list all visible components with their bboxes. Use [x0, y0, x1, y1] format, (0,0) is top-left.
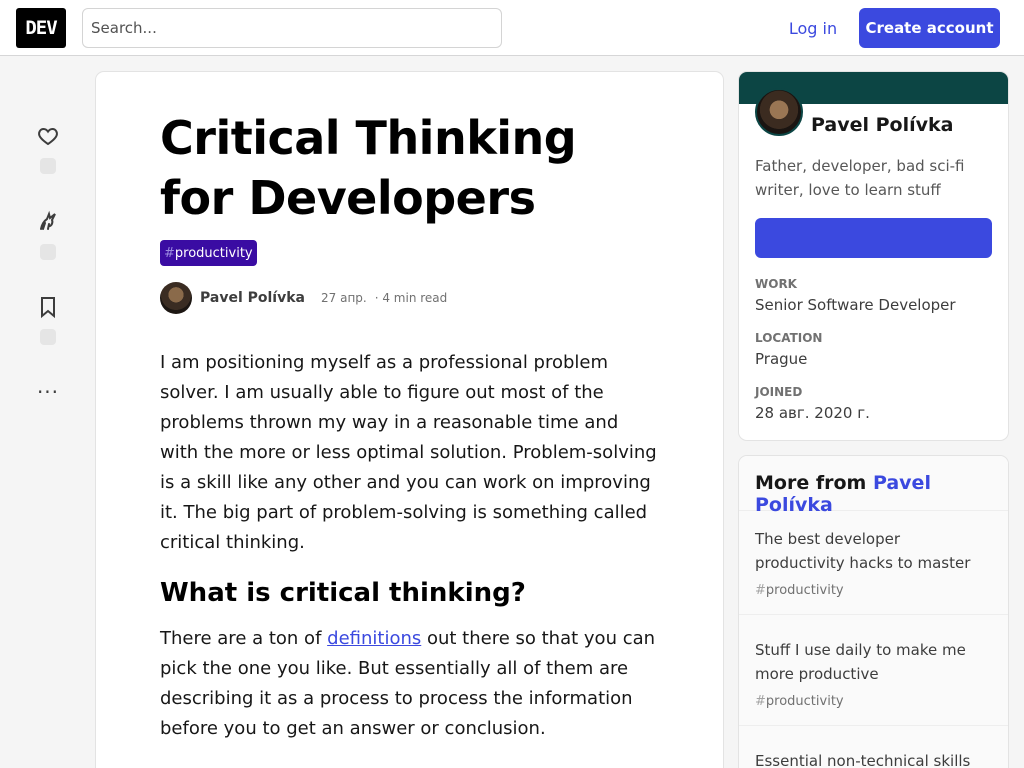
search-input[interactable] [82, 8, 502, 48]
unicorn-button[interactable] [28, 210, 68, 260]
work-label: WORK [755, 277, 797, 291]
bookmark-icon [41, 297, 55, 319]
read-time: · 4 min read [374, 291, 448, 305]
tag-label: productivity [174, 245, 253, 261]
location-value: Prague [755, 350, 808, 368]
heart-count [40, 158, 56, 174]
more-item-tag[interactable]: #productivity [755, 583, 992, 598]
location-label: LOCATION [755, 331, 823, 345]
paragraph-text: There are a ton of [160, 628, 328, 649]
bookmark-count [40, 329, 56, 345]
article-paragraph: I am positioning myself as a professiona… [160, 352, 657, 553]
work-value: Senior Software Developer [755, 296, 956, 314]
more-item-title[interactable]: Essential non-technical skills [755, 749, 992, 768]
profile-bio: Father, developer, bad sci-fi writer, lo… [755, 157, 965, 199]
author-avatar[interactable] [160, 282, 192, 314]
section-heading: What is critical thinking? [160, 578, 526, 608]
heart-button[interactable] [28, 124, 68, 174]
author-profile-card: Pavel Polívka Father, developer, bad sci… [739, 72, 1008, 440]
tag-label: productivity [765, 583, 844, 598]
more-item-title[interactable]: Stuff I use daily to make me more produc… [755, 638, 992, 686]
article-title: Critical Thinking for Developers [160, 111, 577, 225]
list-item[interactable]: The best developer productivity hacks to… [739, 511, 1008, 615]
create-account-button[interactable]: Create account [859, 8, 1000, 48]
tag-productivity[interactable]: # productivity [160, 240, 257, 266]
login-link[interactable]: Log in [776, 8, 850, 48]
publish-date: 27 апр. [321, 291, 367, 305]
tag-hash: # [755, 694, 766, 709]
more-options-icon[interactable]: ··· [28, 382, 68, 402]
author-row: Pavel Polívka 27 апр. · 4 min read [160, 282, 447, 314]
author-name[interactable]: Pavel Polívka [200, 290, 305, 306]
tag-label: productivity [765, 694, 844, 709]
tag-hash: # [164, 245, 175, 261]
more-item-title[interactable]: The best developer productivity hacks to… [755, 527, 992, 575]
top-header: DEV Log in Create account [0, 0, 1024, 56]
list-item[interactable]: Stuff I use daily to make me more produc… [739, 622, 1008, 726]
unicorn-count [40, 244, 56, 260]
joined-value: 28 авг. 2020 г. [755, 404, 870, 422]
list-item[interactable]: Essential non-technical skills [739, 733, 1008, 768]
more-from-heading: More from Pavel Polívka [739, 456, 1008, 516]
follow-button[interactable] [755, 218, 992, 258]
profile-name[interactable]: Pavel Polívka [811, 114, 953, 136]
bookmark-button[interactable] [28, 295, 68, 345]
more-from-card: More from Pavel Polívka The best develop… [739, 456, 1008, 768]
article-paragraph-2: There are a ton of definitions out there… [160, 624, 660, 744]
more-from-prefix: More from [755, 472, 873, 494]
heart-icon [38, 127, 58, 146]
joined-label: JOINED [755, 385, 803, 399]
dev-logo[interactable]: DEV [16, 8, 66, 48]
tag-hash: # [755, 583, 766, 598]
definitions-link[interactable]: definitions [327, 628, 421, 649]
more-item-tag[interactable]: #productivity [755, 694, 992, 709]
profile-avatar[interactable] [755, 88, 803, 136]
article-card: Critical Thinking for Developers # produc… [96, 72, 723, 768]
unicorn-icon [40, 210, 56, 230]
